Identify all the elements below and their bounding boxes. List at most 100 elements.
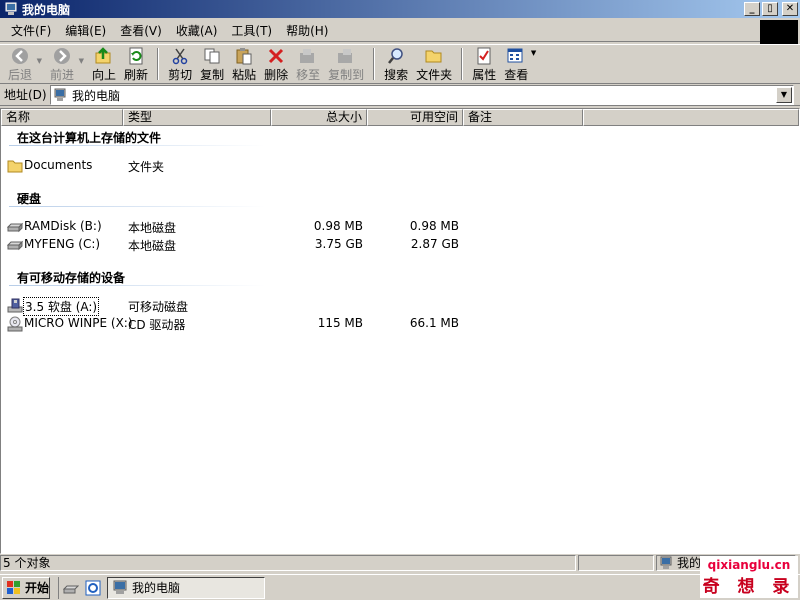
cut-label: 剪切 [168, 68, 193, 82]
file-list-view[interactable]: 名称 类型 总大小 可用空间 备注 在这台计算机上存储的文件 Documents… [0, 108, 800, 554]
item-type: CD 驱动器 [128, 318, 186, 332]
views-label: 查看 [504, 68, 529, 82]
item-type: 文件夹 [128, 160, 165, 174]
menu-tools[interactable]: 工具(T) [224, 22, 279, 39]
toolbar-separator [373, 48, 376, 80]
copy-to-button[interactable]: 复制到 [324, 45, 368, 83]
address-value: 我的电脑 [72, 88, 121, 103]
floppy-drive-icon [7, 298, 23, 313]
forward-arrow-icon [52, 47, 72, 65]
group-title: 在这台计算机上存储的文件 [17, 131, 162, 145]
item-name: RAMDisk (B:) [24, 219, 102, 233]
delete-button[interactable]: 删除 [260, 45, 292, 83]
column-header-name[interactable]: 名称 [1, 109, 123, 126]
properties-label: 属性 [472, 68, 497, 82]
windows-flag-icon [7, 580, 20, 594]
item-name: 3.5 软盘 (A:) [22, 297, 100, 316]
copy-button[interactable]: 复制 [196, 45, 228, 83]
chevron-down-icon[interactable]: ▼ [37, 57, 42, 65]
copy-icon [202, 47, 222, 65]
start-button[interactable]: 开始 [2, 576, 50, 599]
column-header-comments[interactable]: 备注 [463, 109, 583, 126]
back-label: 后退 [8, 68, 33, 82]
item-total-size: 3.75 GB [314, 237, 363, 251]
windows-logo-area [760, 20, 798, 44]
column-header-total-size[interactable]: 总大小 [271, 109, 367, 126]
column-header-free-space[interactable]: 可用空间 [367, 109, 463, 126]
refresh-button[interactable]: 刷新 [120, 45, 152, 83]
my-computer-icon [660, 556, 672, 569]
back-button[interactable]: 后退 ▼ [4, 45, 42, 83]
close-button[interactable]: ✕ [782, 2, 798, 16]
my-computer-icon [5, 2, 17, 15]
properties-button[interactable]: 属性 [468, 45, 500, 83]
group-title: 硬盘 [17, 192, 42, 206]
toolbar: 后退 ▼ 前进 ▼ 向上 刷新 剪切 复制 粘贴 删除 移至 复制到 搜索 文件… [0, 44, 800, 84]
group-divider [9, 145, 265, 146]
list-item[interactable]: Documents 文件夹 [5, 157, 485, 175]
item-total-size: 0.98 MB [313, 219, 363, 233]
address-dropdown-button[interactable]: ▼ [776, 87, 792, 103]
menu-view[interactable]: 查看(V) [113, 22, 169, 39]
my-computer-icon [113, 580, 127, 594]
address-label: 地址(D) [4, 88, 47, 102]
watermark-logo: qixianglu.cn 奇 想 录 [700, 556, 798, 598]
menu-edit[interactable]: 编辑(E) [58, 22, 113, 39]
toolbar-separator [157, 48, 160, 80]
column-headers: 名称 类型 总大小 可用空间 备注 [1, 109, 799, 126]
list-item[interactable]: MICRO WINPE (X:) CD 驱动器 115 MB 66.1 MB [5, 315, 485, 333]
scissors-icon [170, 47, 190, 65]
chevron-down-icon[interactable]: ▼ [531, 49, 536, 57]
restore-button[interactable]: ▯ [762, 2, 778, 16]
taskbar: 开始 我的电脑 [0, 574, 800, 600]
address-bar: 地址(D) 我的电脑 ▼ [0, 84, 800, 106]
refresh-label: 刷新 [124, 68, 149, 82]
drive-shortcut-icon[interactable] [63, 580, 79, 596]
folders-label: 文件夹 [416, 68, 453, 82]
item-type: 本地磁盘 [128, 221, 177, 235]
delete-x-icon [266, 47, 286, 65]
list-item[interactable]: 3.5 软盘 (A:) 可移动磁盘 [5, 297, 485, 316]
title-bar[interactable]: 我的电脑 _ ▯ ✕ [0, 0, 800, 18]
copy-to-icon [336, 47, 356, 65]
taskbar-window-button[interactable]: 我的电脑 [107, 576, 265, 599]
search-button[interactable]: 搜索 [380, 45, 412, 83]
move-to-button[interactable]: 移至 [292, 45, 324, 83]
move-to-label: 移至 [296, 68, 321, 82]
menu-file[interactable]: 文件(F) [4, 22, 58, 39]
forward-button[interactable]: 前进 ▼ [46, 45, 84, 83]
column-header-filler [583, 109, 799, 126]
item-name: Documents [24, 158, 93, 172]
folders-button[interactable]: 文件夹 [412, 45, 456, 83]
chevron-down-icon[interactable]: ▼ [79, 57, 84, 65]
group-divider [9, 206, 265, 207]
explorer-shortcut-icon[interactable] [85, 580, 101, 596]
cut-button[interactable]: 剪切 [164, 45, 196, 83]
watermark-site: qixianglu.cn [707, 557, 791, 572]
hard-drive-icon [7, 222, 23, 233]
list-item[interactable]: RAMDisk (B:) 本地磁盘 0.98 MB 0.98 MB [5, 218, 485, 236]
folder-icon [7, 160, 23, 173]
list-item[interactable]: MYFENG (C:) 本地磁盘 3.75 GB 2.87 GB [5, 236, 485, 254]
column-header-type[interactable]: 类型 [123, 109, 271, 126]
item-name: MICRO WINPE (X:) [24, 316, 133, 330]
my-computer-icon [54, 88, 66, 101]
folder-icon [424, 47, 444, 65]
address-input[interactable]: 我的电脑 ▼ [50, 85, 794, 105]
menu-favorites[interactable]: 收藏(A) [169, 22, 225, 39]
quick-launch [58, 576, 101, 599]
minimize-button[interactable]: _ [744, 2, 760, 16]
paste-button[interactable]: 粘贴 [228, 45, 260, 83]
up-label: 向上 [92, 68, 117, 82]
delete-label: 删除 [264, 68, 289, 82]
menu-bar: 文件(F) 编辑(E) 查看(V) 收藏(A) 工具(T) 帮助(H) [0, 20, 760, 42]
search-label: 搜索 [384, 68, 409, 82]
menu-help[interactable]: 帮助(H) [279, 22, 335, 39]
item-total-size: 115 MB [317, 316, 363, 330]
paste-label: 粘贴 [232, 68, 257, 82]
item-free-space: 66.1 MB [409, 316, 459, 330]
status-pane-empty [578, 555, 654, 571]
views-icon [506, 47, 526, 65]
views-button[interactable]: 查看 ▼ [500, 45, 536, 83]
up-button[interactable]: 向上 [88, 45, 120, 83]
